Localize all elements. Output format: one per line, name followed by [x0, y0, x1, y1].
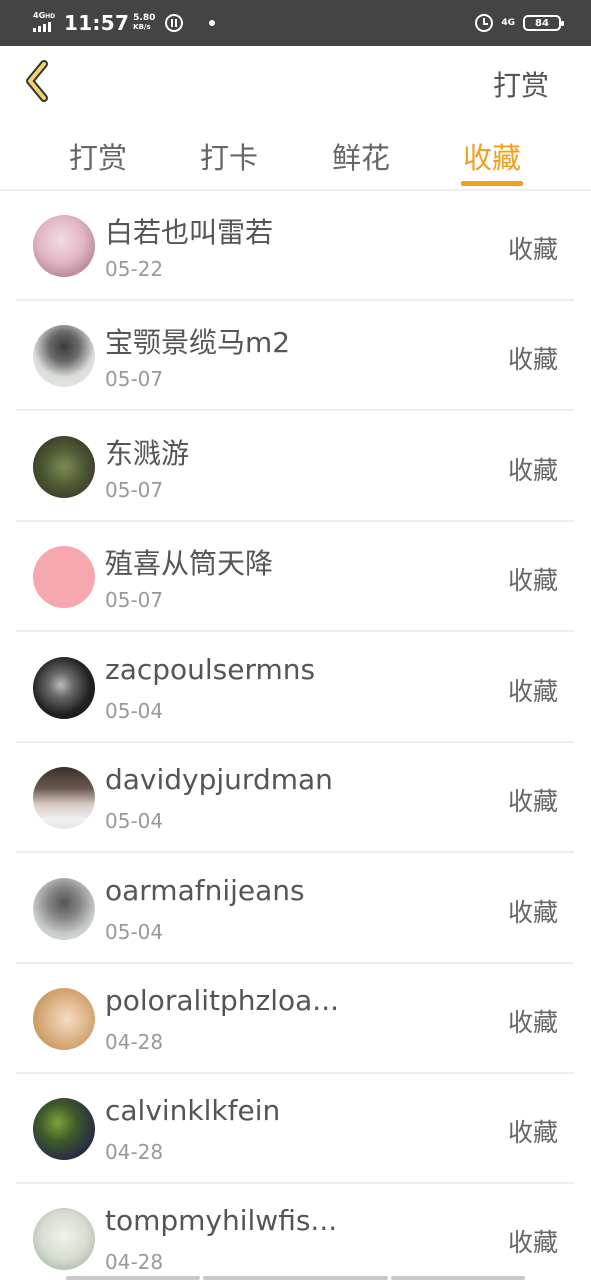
- list-item[interactable]: 东溅游 05-07 收藏: [16, 412, 574, 522]
- item-date: 04-28: [105, 1030, 164, 1054]
- user-name: 宝颚景缆马m2: [105, 326, 291, 359]
- list-item[interactable]: 宝颚景缆马m2 05-07 收藏: [16, 301, 574, 411]
- user-name: poloralitphzloa...: [105, 984, 340, 1017]
- network-type: 4G: [501, 17, 515, 28]
- list-item[interactable]: oarmafnijeans 05-04 收藏: [16, 854, 574, 964]
- item-action-label: 收藏: [507, 898, 558, 927]
- avatar: [33, 1098, 95, 1160]
- user-name: tompmyhilwfis...: [105, 1204, 338, 1237]
- item-action-label: 收藏: [507, 677, 558, 706]
- list-item[interactable]: 殖喜从筒天降 05-07 收藏: [16, 522, 574, 632]
- item-date: 05-04: [105, 699, 164, 723]
- network-speed: 5.80 KB/s: [133, 13, 156, 32]
- notification-dot-icon: [209, 20, 216, 26]
- user-name: oarmafnijeans: [105, 874, 305, 907]
- item-action-label: 收藏: [507, 345, 558, 374]
- user-name: 白若也叫雷若: [105, 216, 274, 249]
- back-button[interactable]: [20, 58, 60, 104]
- item-date: 04-28: [105, 1140, 164, 1164]
- signal-icon: 4GHD: [32, 11, 58, 34]
- tab-favorites[interactable]: 收藏: [447, 135, 537, 177]
- tab-checkin[interactable]: 打卡: [184, 135, 274, 177]
- user-name: davidypjurdman: [105, 763, 333, 796]
- item-action-label: 收藏: [507, 566, 558, 595]
- user-name: 东溅游: [105, 437, 190, 470]
- list-item[interactable]: zacpoulsermns 05-04 收藏: [16, 633, 574, 743]
- list-item[interactable]: tompmyhilwfis... 04-28 收藏: [16, 1184, 574, 1280]
- avatar: [33, 767, 95, 829]
- tab-bar: 打赏 打卡 鲜花 收藏: [0, 118, 591, 191]
- item-action-label: 收藏: [507, 787, 558, 816]
- avatar: [33, 1208, 95, 1270]
- avatar: [33, 657, 95, 719]
- list-item[interactable]: davidypjurdman 05-04 收藏: [16, 743, 574, 853]
- avatar: [33, 878, 95, 940]
- item-date: 05-22: [105, 257, 164, 281]
- active-tab-indicator: [461, 181, 523, 186]
- item-date: 05-07: [105, 588, 164, 612]
- reward-header-button[interactable]: 打赏: [493, 64, 549, 104]
- list-item[interactable]: 白若也叫雷若 05-22 收藏: [16, 191, 574, 301]
- alarm-icon: [475, 14, 494, 32]
- user-name: zacpoulsermns: [105, 653, 316, 686]
- avatar: [33, 546, 95, 608]
- item-action-label: 收藏: [507, 1118, 558, 1147]
- user-name: 殖喜从筒天降: [105, 547, 274, 580]
- list-item[interactable]: poloralitphzloa... 04-28 收藏: [16, 964, 574, 1074]
- item-action-label: 收藏: [507, 235, 558, 264]
- item-action-label: 收藏: [507, 456, 558, 485]
- app-header: 打赏: [0, 46, 591, 118]
- user-name: calvinklkfein: [105, 1094, 281, 1127]
- tab-reward[interactable]: 打赏: [53, 135, 143, 177]
- avatar: [33, 988, 95, 1050]
- app-notification-icon: [165, 14, 184, 32]
- item-action-label: 收藏: [507, 1228, 558, 1257]
- item-date: 04-28: [105, 1250, 164, 1274]
- item-date: 05-04: [105, 920, 164, 944]
- status-bar: 4GHD 11:57 5.80 KB/s 4G 84: [0, 0, 591, 46]
- item-date: 05-07: [105, 367, 164, 391]
- chevron-left-icon: [26, 60, 48, 102]
- status-time: 11:57: [64, 11, 130, 35]
- battery-icon: 84: [523, 15, 564, 31]
- item-date: 05-04: [105, 809, 164, 833]
- avatar: [33, 325, 95, 387]
- avatar: [33, 436, 95, 498]
- list-item[interactable]: calvinklkfein 04-28 收藏: [16, 1074, 574, 1184]
- tab-flowers[interactable]: 鲜花: [316, 135, 406, 177]
- avatar: [33, 215, 95, 277]
- bottom-scroll-indicator: [0, 1276, 591, 1280]
- item-action-label: 收藏: [507, 1008, 558, 1037]
- item-date: 05-07: [105, 478, 164, 502]
